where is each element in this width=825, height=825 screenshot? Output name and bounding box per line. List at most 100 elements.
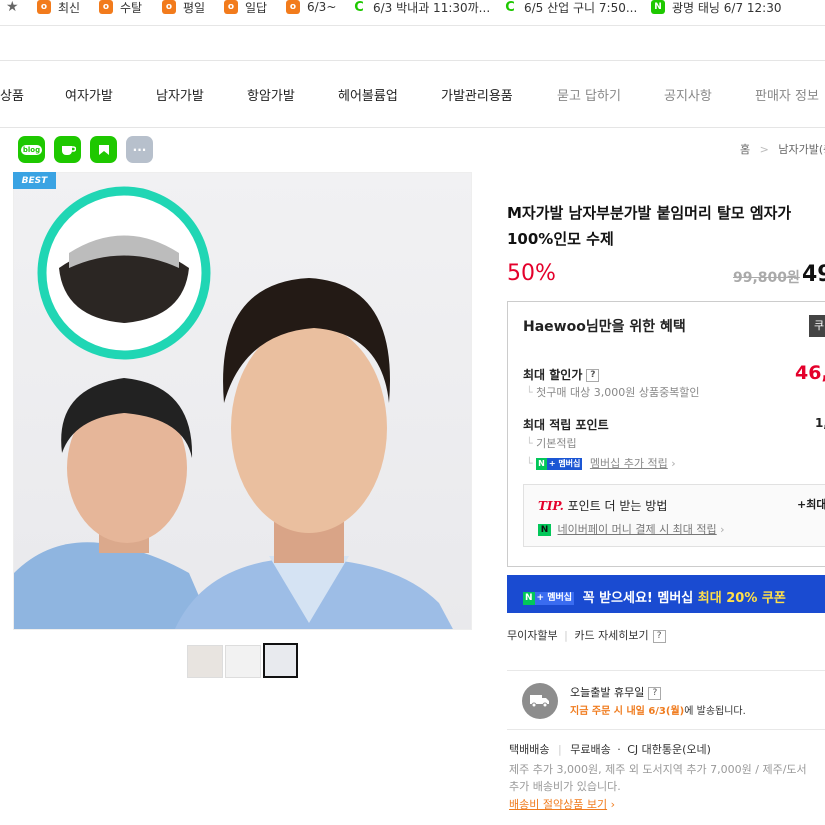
npay-money-link-text: 네이버페이 머니 결제 시 최대 적립	[557, 523, 717, 536]
nav-item-wig-care[interactable]: 가발관리용품	[441, 85, 513, 104]
membership-banner-content: N + 멤버십 꼭 받으세요! 멤버십 최대 20% 쿠폰	[523, 587, 786, 606]
help-icon[interactable]: ?	[648, 686, 662, 700]
shipping-free: 무료배송	[570, 743, 611, 756]
bookmark-item[interactable]: C 6/5 산업 구니 7:50...	[503, 0, 638, 15]
discount-rate: 50%	[507, 261, 556, 286]
orange-o-icon: o	[162, 0, 176, 14]
banner-n: N	[523, 592, 535, 605]
max-discount-label-text: 최대 할인가	[523, 368, 583, 382]
max-discount-note: └ 첫구매 대상 3,000원 상품중복할인	[526, 386, 700, 399]
benefit-header: Haewoo님만을 위한 혜택	[523, 319, 686, 335]
shipping-type: 택배배송	[509, 743, 550, 756]
sale-price: 49	[802, 262, 825, 287]
nav-item-qna[interactable]: 묻고 답하기	[557, 85, 621, 104]
delivery-note: 지금 주문 시 내일 6/3(월)에 발송됩니다.	[570, 702, 746, 717]
bookmark-item[interactable]: o 6/3~	[286, 0, 336, 14]
nav-item-hair-volume[interactable]: 헤어볼륨업	[338, 85, 398, 104]
nav-item[interactable]: 상품	[0, 85, 24, 104]
naver-keep-button[interactable]	[90, 136, 117, 163]
bookmark-label: 6/3 박내과 11:30까...	[373, 0, 491, 15]
bookmark-label: 수탈	[120, 0, 143, 15]
membership-points[interactable]: └ N + 멤버십 멤버십 추가 적립 ›	[526, 455, 676, 471]
shipping-extra-line1: 제주 추가 3,000원, 제주 외 도서지역 추가 7,000원 / 제주/도…	[509, 763, 807, 776]
cafe-share-button[interactable]	[54, 136, 81, 163]
breadcrumb-home[interactable]: 홈	[740, 143, 750, 156]
bookmark-label: 평일	[183, 0, 206, 15]
npay-icon: N	[538, 524, 551, 536]
naver-membership-icon: N + 멤버십	[523, 592, 575, 605]
base-points-text: 기본적립	[536, 437, 577, 450]
installment-label[interactable]: 무이자할부	[507, 629, 558, 642]
blog-share-button[interactable]: blog	[18, 136, 45, 163]
banner-membership: + 멤버십	[534, 592, 575, 605]
card-details-link[interactable]: 카드 자세히보기	[574, 629, 648, 642]
bookmark-label: 광명 태닝 6/7 12:30	[672, 0, 782, 15]
max-discount-value: 46,	[795, 362, 825, 384]
breadcrumb-current[interactable]: 남자가발(총	[778, 143, 825, 156]
nav-item-men-wig[interactable]: 남자가발	[156, 85, 204, 104]
help-icon[interactable]: ?	[652, 629, 666, 643]
bookmark-label: 6/3~	[307, 0, 337, 14]
delivery-note-highlight: 지금 주문 시 내일 6/3(월)	[570, 706, 685, 717]
green-c-icon: C	[354, 0, 364, 15]
thumbnail-3-selected[interactable]	[263, 643, 298, 678]
bookmark-item[interactable]: o 일답	[224, 0, 268, 15]
bookmark-label: 일답	[245, 0, 268, 15]
shipping-save-link-text: 배송비 절약상품 보기	[509, 798, 608, 811]
naver-membership-icon: N + 멤버십	[536, 458, 583, 470]
banner-text: 꼭 받으세요! 멤버십	[582, 591, 694, 606]
nav-item-chemo-wig[interactable]: 항암가발	[247, 85, 295, 104]
bookmark-label: 최신	[58, 0, 81, 15]
npay-membership: + 멤버십	[546, 458, 583, 470]
banner-highlight: 최대 20% 쿠폰	[697, 591, 786, 606]
product-title-line1: M자가발 남자부분가발 붙임머리 탈모 엠자가	[507, 204, 792, 222]
product-photo	[14, 173, 471, 629]
shipping-extra-line2: 추가 배송비가 있습니다.	[509, 780, 621, 793]
bookmark-item[interactable]: C 6/3 박내과 11:30까...	[352, 0, 491, 15]
thumbnail-2[interactable]	[225, 645, 261, 678]
nav-item-notice[interactable]: 공지사항	[664, 85, 712, 104]
max-discount-note-text: 첫구매 대상 3,000원 상품중복할인	[536, 386, 700, 399]
bookmark-item[interactable]: o 수탈	[99, 0, 143, 15]
more-share-button[interactable]: ···	[126, 136, 153, 163]
bookmark-star-icon[interactable]: ★	[6, 0, 19, 15]
shipping-save-link[interactable]: 배송비 절약상품 보기 ›	[509, 796, 615, 812]
more-icon: ···	[132, 142, 147, 157]
tip-box	[523, 484, 825, 547]
naver-n-icon: N	[651, 0, 665, 14]
truck-icon	[522, 683, 558, 719]
category-nav: 상품 여자가발 남자가발 항암가발 헤어볼륨업 가발관리용품 묻고 답하기 공지…	[0, 60, 825, 128]
orange-o-icon: o	[37, 0, 51, 14]
breadcrumb: 홈 > 남자가발(총	[740, 141, 825, 157]
shipping-row: 택배배송 | 무료배송 · CJ 대한통운(오네)	[509, 743, 711, 756]
naver-keep-icon	[98, 144, 109, 155]
thumbnail-1[interactable]	[187, 645, 223, 678]
max-discount-label: 최대 할인가?	[523, 366, 600, 383]
help-icon[interactable]: ?	[586, 369, 600, 382]
membership-points-link: 멤버십 추가 적립	[589, 457, 668, 470]
bookmark-item[interactable]: o 최신	[37, 0, 81, 15]
tip-label: TIP.	[538, 499, 564, 513]
best-badge: BEST	[13, 172, 56, 189]
orange-o-icon: o	[286, 0, 300, 14]
nav-item-seller-info[interactable]: 판매자 정보	[755, 85, 819, 104]
orange-o-icon: o	[224, 0, 238, 14]
bookmark-item[interactable]: N 광명 태닝 6/7 12:30	[651, 0, 782, 15]
coupon-button[interactable]: 쿠	[809, 315, 825, 337]
bookmark-label: 6/5 산업 구니 7:50...	[524, 0, 638, 15]
payment-row: 무이자할부 | 카드 자세히보기?	[507, 627, 666, 643]
tip-text: 포인트 더 받는 방법	[567, 499, 668, 513]
original-price: 99,800원	[733, 270, 800, 286]
nav-item-women-wig[interactable]: 여자가발	[65, 85, 113, 104]
blog-icon: blog	[20, 144, 43, 155]
product-main-image[interactable]	[13, 172, 472, 630]
max-points-label: 최대 적립 포인트	[523, 418, 609, 432]
bookmark-item[interactable]: o 평일	[162, 0, 206, 15]
green-c-icon: C	[505, 0, 515, 15]
cafe-icon	[61, 145, 76, 155]
product-title-line2: 100%인모 수제	[507, 230, 614, 248]
delivery-title-text: 오늘출발 휴무일	[570, 686, 645, 699]
shipping-carrier: CJ 대한통운(오네)	[627, 743, 711, 756]
npay-money-link[interactable]: N 네이버페이 머니 결제 시 최대 적립 ›	[538, 521, 725, 537]
bookmarks-bar: ★ o 최신 o 수탈 o 평일 o 일답 o 6/3~ C 6/3 박내과 11:30까.…	[0, 0, 825, 26]
